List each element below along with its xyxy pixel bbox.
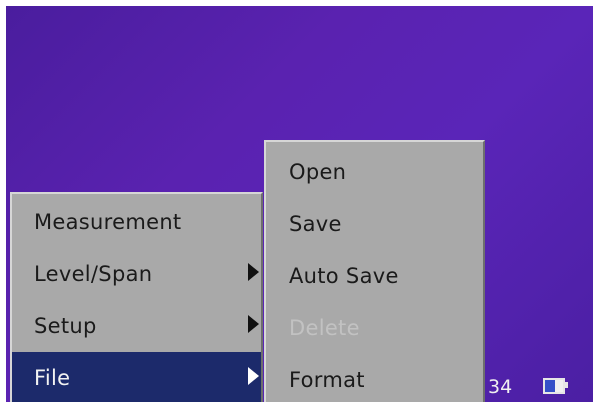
submenu-item-label: Format	[289, 368, 365, 392]
menu-item-label: Setup	[34, 314, 97, 338]
menu-item-setup[interactable]: Setup	[12, 300, 261, 352]
submenu-item-label: Auto Save	[289, 264, 399, 288]
submenu-item-label: Save	[289, 212, 342, 236]
submenu-item-label: Open	[289, 160, 347, 184]
menu-item-level-span[interactable]: Level/Span	[12, 248, 261, 300]
submenu-arrow-icon	[248, 263, 259, 281]
submenu-item-delete: Delete	[266, 302, 483, 354]
submenu-item-save[interactable]: Save	[266, 198, 483, 250]
menu-item-label: File	[34, 366, 71, 390]
battery-icon	[543, 378, 565, 394]
submenu-arrow-icon	[248, 315, 259, 333]
battery-level	[555, 380, 563, 392]
submenu-item-label: Delete	[289, 316, 360, 340]
submenu-arrow-icon	[248, 367, 259, 385]
submenu-item-open[interactable]: Open	[266, 146, 483, 198]
submenu-item-format[interactable]: Format	[266, 354, 483, 402]
battery-tip	[565, 382, 568, 388]
thermal-image-view: Measurement Level/Span Setup File Open S…	[6, 6, 593, 402]
menu-item-label: Level/Span	[34, 262, 153, 286]
menu-item-measurement[interactable]: Measurement	[12, 196, 261, 248]
image-counter: 34	[488, 376, 513, 398]
menu-item-label: Measurement	[34, 210, 182, 234]
main-menu: Measurement Level/Span Setup File	[10, 192, 263, 402]
menu-item-file[interactable]: File	[12, 352, 261, 402]
submenu-item-auto-save[interactable]: Auto Save	[266, 250, 483, 302]
file-submenu: Open Save Auto Save Delete Format	[264, 140, 485, 402]
